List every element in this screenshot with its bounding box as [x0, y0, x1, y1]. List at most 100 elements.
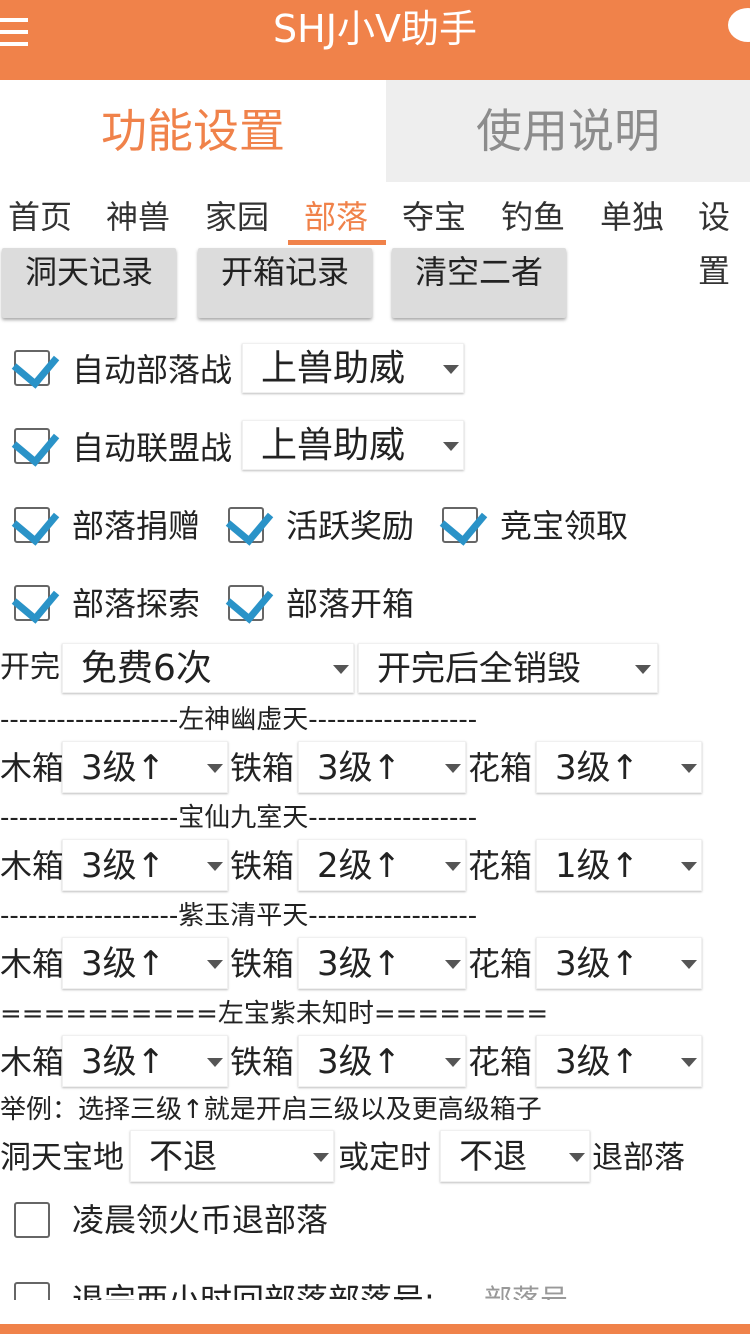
open-count-value: 免费6次 — [81, 648, 212, 689]
select-value: 3级↑ — [555, 1042, 640, 1082]
section1-flower-select[interactable]: 3级↑ — [536, 741, 702, 793]
return-tribe-label: 退完两小时回部落部落号: — [72, 1281, 435, 1300]
active-tab-indicator — [288, 240, 386, 245]
wood-box-label: 木箱 — [0, 945, 65, 983]
dropdown-arrow-icon — [207, 960, 223, 969]
section-header: -------------------左神幽虚天----------------… — [0, 705, 478, 735]
section4-flower-select[interactable]: 3级↑ — [536, 1035, 702, 1087]
section1-iron-select[interactable]: 3级↑ — [298, 741, 466, 793]
subtab-single[interactable]: 单独 — [600, 190, 664, 246]
retreat-tribe-label: 退部落 — [592, 1140, 685, 1176]
tribe-open-box-checkbox[interactable] — [225, 575, 274, 624]
section4-iron-select[interactable]: 3级↑ — [298, 1035, 466, 1087]
dropdown-arrow-icon — [207, 862, 223, 871]
wood-box-label: 木箱 — [0, 847, 65, 885]
timed-label: 或定时 — [338, 1140, 431, 1176]
select-value: 1级↑ — [555, 846, 640, 886]
dropdown-arrow-icon — [681, 1058, 697, 1067]
section4-wood-select[interactable]: 3级↑ — [62, 1035, 228, 1087]
clear-both-button[interactable]: 清空二者 — [392, 248, 566, 318]
subtab-settings[interactable]: 设置 — [698, 190, 750, 290]
iron-box-label: 铁箱 — [230, 749, 295, 787]
flower-box-label: 花箱 — [468, 847, 533, 885]
select-value: 3级↑ — [317, 748, 402, 788]
timed-retreat-select[interactable]: 不退 — [440, 1130, 590, 1182]
subtab-homeland[interactable]: 家园 — [205, 190, 269, 246]
select-value: 3级↑ — [317, 944, 402, 984]
select-value: 不退 — [459, 1137, 527, 1177]
select-value: 3级↑ — [81, 944, 166, 984]
select-value: 不退 — [149, 1137, 217, 1177]
dropdown-arrow-icon — [443, 442, 459, 451]
tribe-donate-label: 部落捐赠 — [72, 507, 201, 545]
dropdown-arrow-icon — [443, 365, 459, 374]
section3-wood-select[interactable]: 3级↑ — [62, 937, 228, 989]
cave-label: 洞天宝地 — [0, 1140, 124, 1176]
section2-flower-select[interactable]: 1级↑ — [536, 839, 702, 891]
dawn-retreat-label: 凌晨领火币退部落 — [72, 1201, 329, 1239]
section-header: -------------------紫玉清平天----------------… — [0, 901, 478, 931]
cave-retreat-select[interactable]: 不退 — [130, 1130, 334, 1182]
tribe-donate-checkbox[interactable] — [11, 497, 60, 546]
subtab-tribe[interactable]: 部落 — [304, 190, 368, 246]
flower-box-label: 花箱 — [468, 1043, 533, 1081]
select-value: 3级↑ — [555, 944, 640, 984]
subtab-treasure[interactable]: 夺宝 — [402, 190, 466, 246]
section2-wood-select[interactable]: 3级↑ — [62, 839, 228, 891]
tribe-explore-checkbox[interactable] — [11, 575, 60, 624]
dropdown-arrow-icon — [445, 862, 461, 871]
select-value: 3级↑ — [81, 748, 166, 788]
tab-usage-guide[interactable]: 使用说明 — [386, 80, 750, 182]
dropdown-arrow-icon — [681, 764, 697, 773]
dropdown-arrow-icon — [207, 1058, 223, 1067]
dropdown-arrow-icon — [635, 665, 651, 674]
wood-box-label: 木箱 — [0, 1043, 65, 1081]
return-tribe-checkbox[interactable] — [14, 1282, 50, 1300]
active-reward-checkbox[interactable] — [225, 497, 274, 546]
alliance-war-select-value: 上兽助威 — [261, 425, 406, 466]
main-tabs: 功能设置 使用说明 — [0, 80, 750, 182]
section3-iron-select[interactable]: 3级↑ — [298, 937, 466, 989]
section2-iron-select[interactable]: 2级↑ — [298, 839, 466, 891]
flower-box-label: 花箱 — [468, 749, 533, 787]
section-header: ==========左宝紫未知时======== — [0, 999, 549, 1029]
auto-tribe-war-checkbox[interactable] — [11, 340, 60, 389]
tribe-number-input[interactable]: 部落号 — [484, 1280, 568, 1300]
tribe-war-select-value: 上兽助威 — [261, 348, 406, 389]
active-reward-label: 活跃奖励 — [286, 507, 415, 545]
dropdown-arrow-icon — [445, 960, 461, 969]
section1-wood-select[interactable]: 3级↑ — [62, 741, 228, 793]
tribe-war-select[interactable]: 上兽助威 — [242, 343, 464, 393]
auto-alliance-war-checkbox[interactable] — [11, 418, 60, 467]
after-open-select[interactable]: 开完后全销毁 — [358, 643, 658, 693]
dropdown-arrow-icon — [313, 1153, 329, 1162]
dropdown-arrow-icon — [445, 764, 461, 773]
select-value: 3级↑ — [555, 748, 640, 788]
return-option-row: 退完两小时回部落部落号: 部落号 — [0, 1270, 750, 1300]
dropdown-arrow-icon — [445, 1058, 461, 1067]
tribe-open-box-label: 部落开箱 — [286, 585, 415, 623]
select-value: 3级↑ — [81, 846, 166, 886]
bottom-accent-bar — [0, 1324, 750, 1334]
alliance-war-select[interactable]: 上兽助威 — [242, 420, 464, 470]
section-header: -------------------宝仙九室天----------------… — [0, 803, 478, 833]
tab-function-settings[interactable]: 功能设置 — [0, 80, 386, 182]
subtab-fishing[interactable]: 钓鱼 — [501, 190, 565, 246]
subtab-home[interactable]: 首页 — [8, 190, 72, 246]
select-value: 3级↑ — [81, 1042, 166, 1082]
iron-box-label: 铁箱 — [230, 847, 295, 885]
dropdown-arrow-icon — [681, 960, 697, 969]
auction-claim-checkbox[interactable] — [439, 497, 488, 546]
dropdown-arrow-icon — [333, 665, 349, 674]
cave-record-button[interactable]: 洞天记录 — [2, 248, 176, 318]
section3-flower-select[interactable]: 3级↑ — [536, 937, 702, 989]
tribe-explore-label: 部落探索 — [72, 585, 201, 623]
subtab-beast[interactable]: 神兽 — [106, 190, 170, 246]
select-value: 2级↑ — [317, 846, 402, 886]
wood-box-label: 木箱 — [0, 749, 65, 787]
open-count-select[interactable]: 免费6次 — [62, 643, 354, 693]
box-record-button[interactable]: 开箱记录 — [198, 248, 372, 318]
dawn-retreat-checkbox[interactable] — [14, 1202, 50, 1238]
app-title: SHJ小V助手 — [273, 7, 477, 51]
iron-box-label: 铁箱 — [230, 945, 295, 983]
